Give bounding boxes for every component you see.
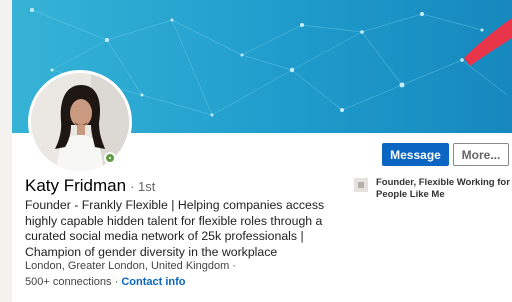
connections-count[interactable]: 500+ connections <box>25 276 112 288</box>
banner-swoosh <box>464 18 512 66</box>
current-company[interactable]: Founder, Flexible Working for People Lik… <box>376 177 512 201</box>
online-status-icon <box>104 152 116 164</box>
message-button[interactable]: Message <box>382 143 449 166</box>
avatar[interactable] <box>28 70 132 174</box>
contact-info-link[interactable]: Contact info <box>121 276 185 288</box>
profile-headline: Founder - Frankly Flexible | Helping com… <box>25 198 325 259</box>
profile-card: Message More... Katy Fridman · 1st Found… <box>12 0 512 302</box>
separator: · <box>114 276 119 288</box>
profile-name: Katy Fridman <box>25 176 127 195</box>
name-row: Katy Fridman · 1st <box>25 176 155 196</box>
company-logo-icon[interactable] <box>354 178 368 192</box>
more-button[interactable]: More... <box>453 143 509 166</box>
profile-location: London, Greater London, United Kingdom · <box>25 260 236 272</box>
connection-degree: · 1st <box>130 179 156 194</box>
connections-row: 500+ connections · Contact info <box>25 276 186 288</box>
